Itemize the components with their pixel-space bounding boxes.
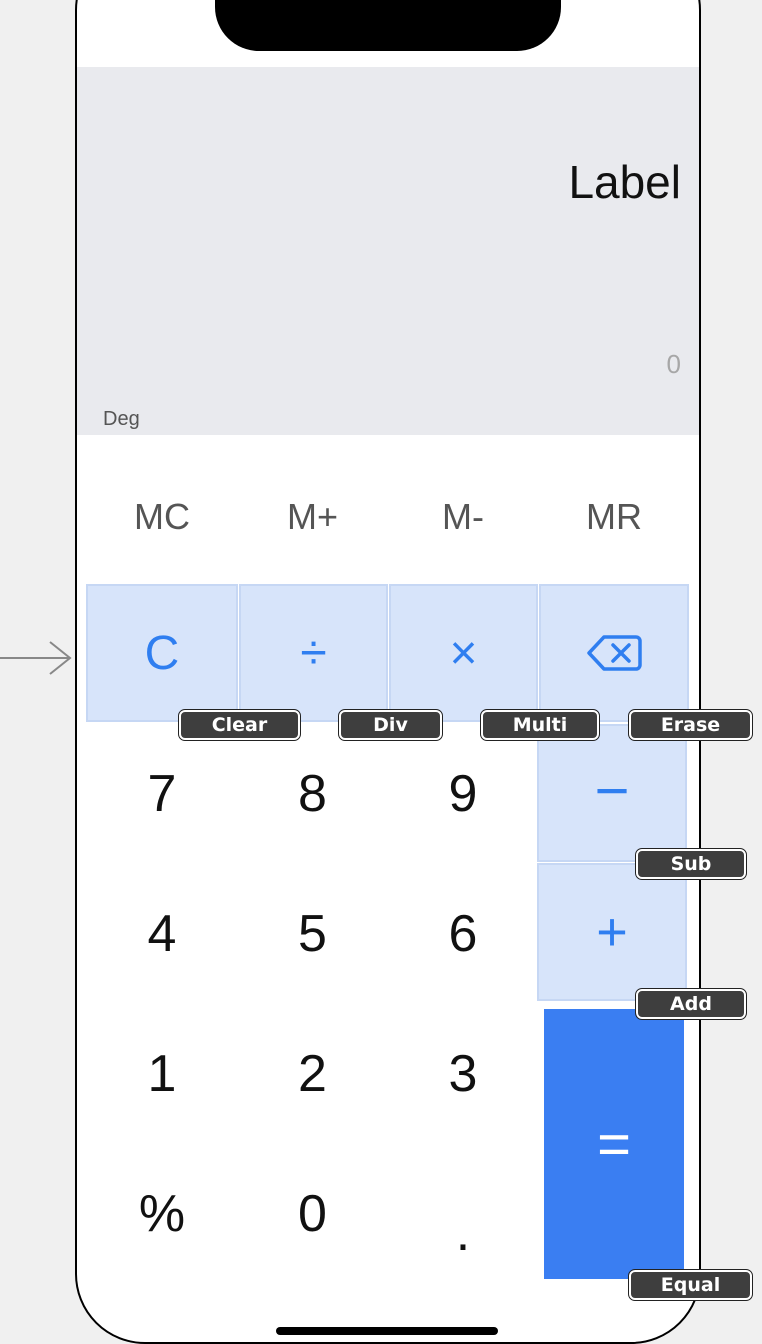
percent-button[interactable]: %	[92, 1149, 232, 1279]
decimal-button[interactable]: .	[393, 1149, 533, 1279]
multi-tag: Multi	[480, 709, 600, 741]
angle-mode-label: Deg	[103, 408, 140, 430]
add-tag: Add	[635, 988, 747, 1020]
display-label: Label	[568, 156, 681, 208]
equal-tag: Equal	[628, 1269, 753, 1301]
m-minus-button[interactable]: M-	[393, 451, 533, 582]
digit-4-button[interactable]: 4	[92, 869, 232, 999]
entry-point-arrow-icon	[0, 641, 72, 675]
device-notch	[215, 0, 561, 51]
digit-3-button[interactable]: 3	[393, 1009, 533, 1139]
divide-button[interactable]: ÷	[239, 584, 388, 722]
digit-0-button[interactable]: 0	[242, 1149, 383, 1279]
div-tag: Div	[338, 709, 443, 741]
clear-tag: Clear	[178, 709, 301, 741]
digit-1-button[interactable]: 1	[92, 1009, 232, 1139]
mc-button[interactable]: MC	[92, 451, 232, 582]
m-plus-button[interactable]: M+	[242, 451, 383, 582]
add-button[interactable]: +	[537, 863, 687, 1001]
equal-button[interactable]: =	[544, 1009, 684, 1279]
multiply-button[interactable]: ×	[389, 584, 538, 722]
digit-8-button[interactable]: 8	[242, 728, 383, 859]
erase-button[interactable]	[539, 584, 689, 722]
digit-2-button[interactable]: 2	[242, 1009, 383, 1139]
digit-5-button[interactable]: 5	[242, 869, 383, 999]
clear-button[interactable]: C	[86, 584, 238, 722]
backspace-icon	[587, 635, 642, 671]
erase-tag: Erase	[628, 709, 753, 741]
digit-9-button[interactable]: 9	[393, 728, 533, 859]
mr-button[interactable]: MR	[544, 451, 684, 582]
subtract-button[interactable]: −	[537, 724, 687, 862]
device-frame: Label 0 Deg MC M+ M- MR C ÷ × 7 8 9 4 5 …	[75, 0, 701, 1344]
sub-tag: Sub	[635, 848, 747, 880]
digit-6-button[interactable]: 6	[393, 869, 533, 999]
digit-7-button[interactable]: 7	[92, 728, 232, 859]
calculator-display: Label 0 Deg	[77, 67, 699, 435]
home-indicator	[276, 1327, 498, 1335]
display-result: 0	[666, 349, 681, 379]
